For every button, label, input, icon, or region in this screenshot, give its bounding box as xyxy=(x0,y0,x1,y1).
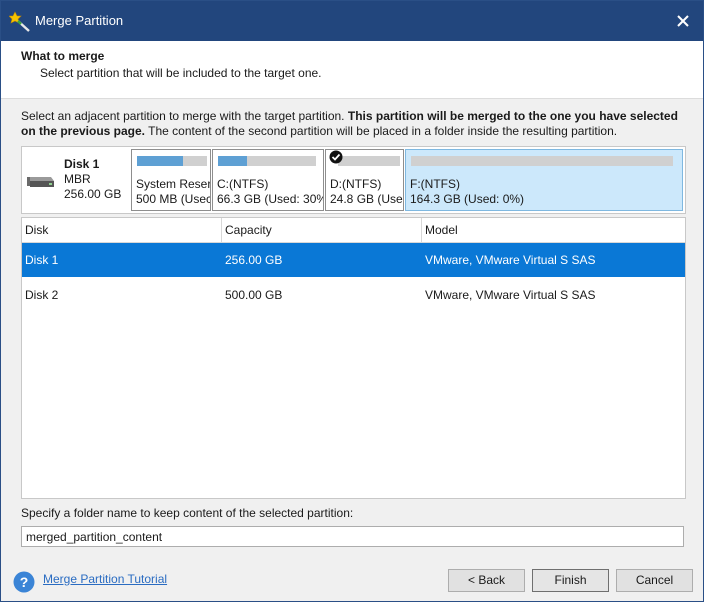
cell-disk: Disk 1 xyxy=(25,253,59,267)
disk-type: MBR xyxy=(64,172,91,186)
partition-info: 164.3 GB (Used: 0%) xyxy=(410,192,525,206)
column-header-disk[interactable]: Disk xyxy=(22,218,222,242)
disk-map: Disk 1 MBR 256.00 GB System Reser 500 MB… xyxy=(21,146,686,214)
table-header: Disk Capacity Model xyxy=(22,218,685,243)
cell-model: VMware, VMware Virtual S SAS xyxy=(425,253,596,267)
usage-bar xyxy=(338,156,400,166)
table-row[interactable]: Disk 2 500.00 GB VMware, VMware Virtual … xyxy=(22,278,685,312)
tutorial-link[interactable]: Merge Partition Tutorial xyxy=(43,572,167,586)
cell-capacity: 500.00 GB xyxy=(225,288,283,302)
partition-system-reserved[interactable]: System Reser 500 MB (Usec xyxy=(131,149,211,211)
partition-name: C:(NTFS) xyxy=(217,177,269,191)
hard-disk-icon xyxy=(27,177,54,187)
column-header-model[interactable]: Model xyxy=(422,218,685,242)
folder-name-input[interactable] xyxy=(21,526,684,547)
back-button[interactable]: < Back xyxy=(448,569,525,592)
folder-name-label: Specify a folder name to keep content of… xyxy=(21,506,354,520)
disk-info: Disk 1 MBR 256.00 GB xyxy=(22,147,130,213)
partition-c[interactable]: C:(NTFS) 66.3 GB (Used: 30%) xyxy=(212,149,324,211)
cancel-button[interactable]: Cancel xyxy=(616,569,693,592)
usage-fill xyxy=(137,156,183,166)
header-subtitle: Select partition that will be included t… xyxy=(40,66,322,80)
close-button[interactable] xyxy=(673,11,693,31)
partition-name: System Reser xyxy=(136,177,211,191)
disk-size: 256.00 GB xyxy=(64,187,122,201)
header-title: What to merge xyxy=(21,49,105,63)
partition-f[interactable]: F:(NTFS) 164.3 GB (Used: 0%) xyxy=(405,149,683,211)
table-row[interactable]: Disk 1 256.00 GB VMware, VMware Virtual … xyxy=(22,243,685,277)
partition-name: F:(NTFS) xyxy=(410,177,460,191)
usage-bar xyxy=(411,156,673,166)
partition-info: 24.8 GB (Used xyxy=(330,192,404,206)
disk-name: Disk 1 xyxy=(64,157,100,171)
partition-d[interactable]: D:(NTFS) 24.8 GB (Used xyxy=(325,149,404,211)
cell-capacity: 256.00 GB xyxy=(225,253,283,267)
disk-table: Disk Capacity Model Disk 1 256.00 GB VMw… xyxy=(21,217,686,499)
header-section: What to merge Select partition that will… xyxy=(1,41,703,99)
cell-disk: Disk 2 xyxy=(25,288,59,302)
merge-partition-dialog: Merge Partition What to merge Select par… xyxy=(0,0,704,602)
usage-bar xyxy=(137,156,207,166)
column-header-capacity[interactable]: Capacity xyxy=(222,218,422,242)
merge-wand-icon xyxy=(9,11,30,32)
help-icon[interactable]: ? xyxy=(13,571,35,593)
content-area: Select an adjacent partition to merge wi… xyxy=(1,99,703,601)
finish-button[interactable]: Finish xyxy=(532,569,609,592)
partition-info: 500 MB (Usec xyxy=(136,192,211,206)
partition-info: 66.3 GB (Used: 30%) xyxy=(217,192,324,206)
title-bar: Merge Partition xyxy=(1,1,703,41)
usage-fill xyxy=(218,156,247,166)
usage-bar xyxy=(218,156,316,166)
window-title: Merge Partition xyxy=(35,13,124,28)
svg-text:?: ? xyxy=(20,574,29,590)
instructions-part1: Select an adjacent partition to merge wi… xyxy=(21,109,348,123)
instructions-part2: The content of the second partition will… xyxy=(145,124,618,138)
check-icon xyxy=(329,150,343,164)
instructions-text: Select an adjacent partition to merge wi… xyxy=(21,109,686,139)
partition-name: D:(NTFS) xyxy=(330,177,382,191)
cell-model: VMware, VMware Virtual S SAS xyxy=(425,288,596,302)
